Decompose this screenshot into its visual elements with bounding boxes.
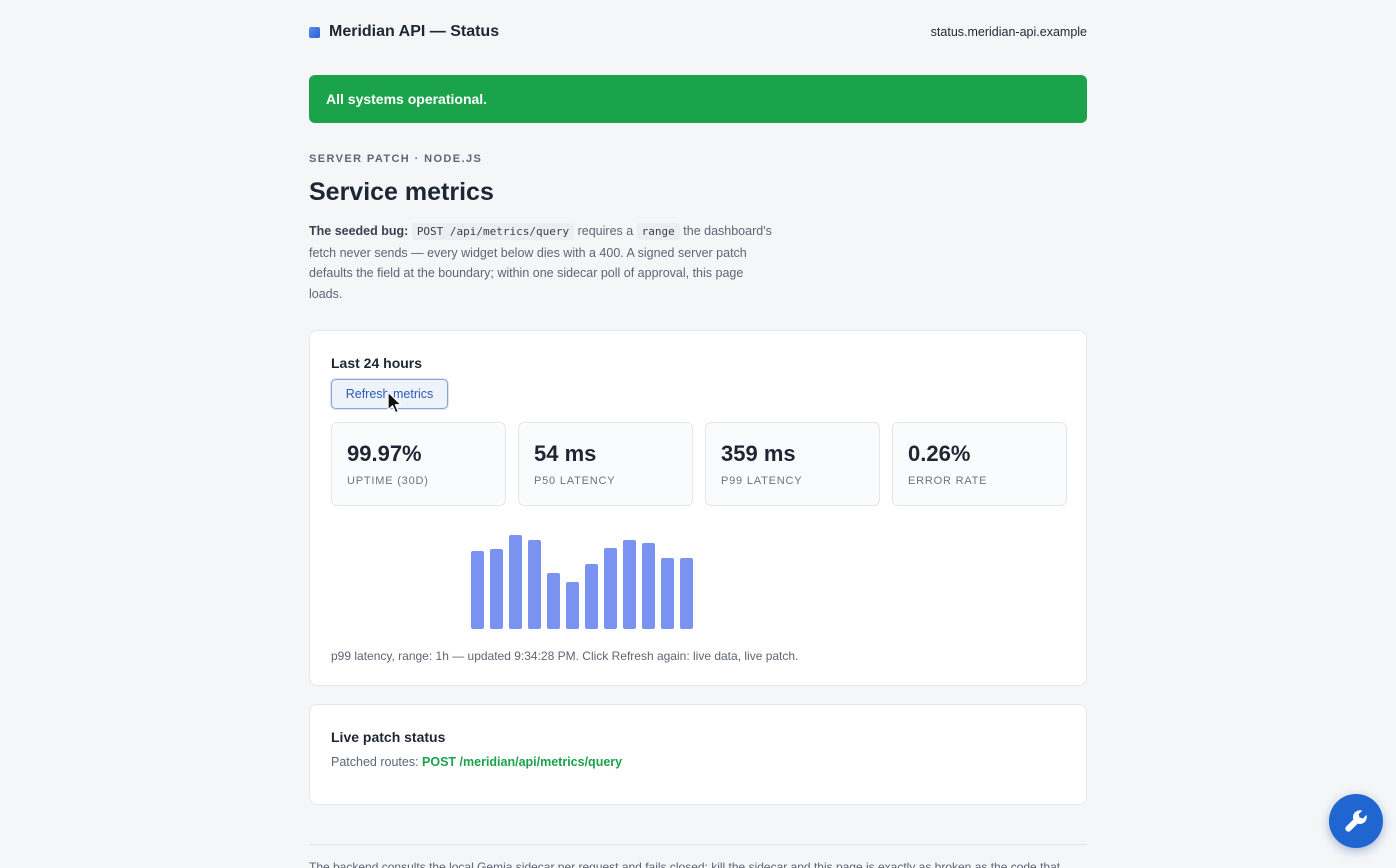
patched-routes-label: Patched routes: <box>331 755 423 769</box>
latency-bar <box>585 564 598 629</box>
wrench-icon <box>1345 810 1367 832</box>
stat-label: ERROR RATE <box>908 475 988 487</box>
intro-paragraph: The seeded bug: POST /api/metrics/query … <box>309 221 779 304</box>
latency-bar <box>490 549 503 629</box>
latency-bar <box>547 573 560 629</box>
wrench-fab-button[interactable] <box>1329 794 1383 848</box>
stat-value: 359 ms <box>721 441 796 466</box>
stat-value: 54 ms <box>534 441 597 466</box>
stat-error-rate: 0.26% ERROR RATE <box>892 422 1067 506</box>
stat-p50-latency: 54 ms P50 LATENCY <box>518 422 693 506</box>
brand: Meridian API — Status <box>309 23 499 41</box>
page-title: Service metrics <box>309 178 494 206</box>
latency-bar <box>471 551 484 629</box>
bug-label: The seeded bug: <box>309 224 409 238</box>
intro-text-requires: requires a <box>574 224 637 238</box>
stat-value: 99.97% <box>347 441 422 466</box>
p99-latency-chart <box>471 535 693 629</box>
main-container: Meridian API — Status status.meridian-ap… <box>309 0 1087 868</box>
latency-bar <box>680 558 693 629</box>
metrics-card: Last 24 hours Refresh metrics 99.97% UPT… <box>309 330 1087 686</box>
stat-value: 0.26% <box>908 441 971 466</box>
latency-bar <box>566 582 579 629</box>
latency-bar <box>604 548 617 629</box>
stat-uptime: 99.97% UPTIME (30D) <box>331 422 506 506</box>
chart-caption: p99 latency, range: 1h — updated 9:34:28… <box>331 649 799 663</box>
patch-status-heading: Live patch status <box>331 729 446 745</box>
latency-bar <box>661 558 674 629</box>
stat-p99-latency: 359 ms P99 LATENCY <box>705 422 880 506</box>
status-page: Meridian API — Status status.meridian-ap… <box>0 0 1396 868</box>
field-code: range <box>636 223 680 240</box>
topbar: Meridian API — Status status.meridian-ap… <box>309 0 1087 64</box>
patched-route: POST /meridian/api/metrics/query <box>422 755 623 769</box>
status-banner: All systems operational. <box>309 75 1087 123</box>
latency-bar <box>528 540 541 629</box>
brand-logo-icon <box>309 26 320 38</box>
brand-title: Meridian API — Status <box>329 23 500 40</box>
host-label: status.meridian-api.example <box>930 25 1087 39</box>
refresh-metrics-button[interactable]: Refresh metrics <box>331 379 448 409</box>
stat-label: UPTIME (30D) <box>347 475 429 487</box>
eyebrow-label: SERVER PATCH · NODE.JS <box>309 153 483 165</box>
stats-row: 99.97% UPTIME (30D) 54 ms P50 LATENCY 35… <box>331 422 1067 506</box>
footer-divider <box>309 844 1087 845</box>
endpoint-code: POST /api/metrics/query <box>411 223 575 240</box>
status-banner-text: All systems operational. <box>326 91 488 107</box>
patched-routes-line: Patched routes: POST /meridian/api/metri… <box>331 755 622 769</box>
footer-text: The backend consults the local Gemia sid… <box>309 860 1061 868</box>
latency-bar <box>623 540 636 629</box>
latency-bar <box>509 535 522 629</box>
latency-bar <box>642 543 655 629</box>
stat-label: P99 LATENCY <box>721 475 803 487</box>
stat-label: P50 LATENCY <box>534 475 616 487</box>
patch-status-card: Live patch status Patched routes: POST /… <box>309 704 1087 805</box>
metrics-heading: Last 24 hours <box>331 355 423 371</box>
